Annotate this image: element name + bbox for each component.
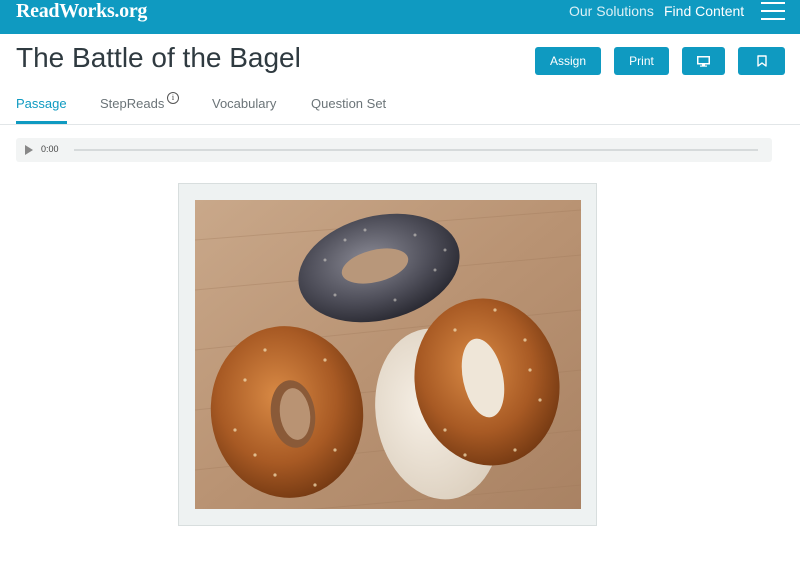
- monitor-icon: [697, 55, 710, 67]
- hamburger-line: [761, 2, 785, 4]
- nav-our-solutions[interactable]: Our Solutions: [569, 3, 654, 19]
- play-icon[interactable]: [25, 145, 33, 155]
- passage-tabs: Passage StepReads Vocabulary Question Se…: [0, 86, 800, 125]
- top-navigation-bar: ReadWorks.org Our Solutions Find Content: [0, 0, 800, 34]
- hamburger-line: [761, 10, 785, 12]
- tab-passage[interactable]: Passage: [16, 96, 67, 111]
- hamburger-menu-icon[interactable]: [761, 2, 785, 20]
- bagels-photo: [195, 200, 581, 509]
- active-tab-indicator: [16, 121, 67, 124]
- print-button[interactable]: Print: [614, 47, 669, 75]
- nav-find-content[interactable]: Find Content: [664, 3, 744, 19]
- tab-question-set[interactable]: Question Set: [311, 96, 386, 111]
- hamburger-line: [761, 18, 785, 20]
- bookmark-icon: [756, 55, 767, 67]
- assign-button[interactable]: Assign: [535, 47, 601, 75]
- present-button[interactable]: [682, 47, 725, 75]
- readworks-logo[interactable]: ReadWorks.org: [16, 0, 147, 22]
- tab-vocabulary[interactable]: Vocabulary: [212, 96, 276, 111]
- audio-time: 0:00: [41, 144, 59, 154]
- audio-progress-track[interactable]: [74, 149, 758, 151]
- page-title: The Battle of the Bagel: [16, 42, 301, 73]
- bookmark-button[interactable]: [738, 47, 785, 75]
- passage-image-frame: [178, 183, 597, 526]
- tab-stepreads[interactable]: StepReads: [100, 96, 164, 111]
- info-icon[interactable]: i: [167, 92, 179, 104]
- audio-player: 0:00: [16, 138, 772, 162]
